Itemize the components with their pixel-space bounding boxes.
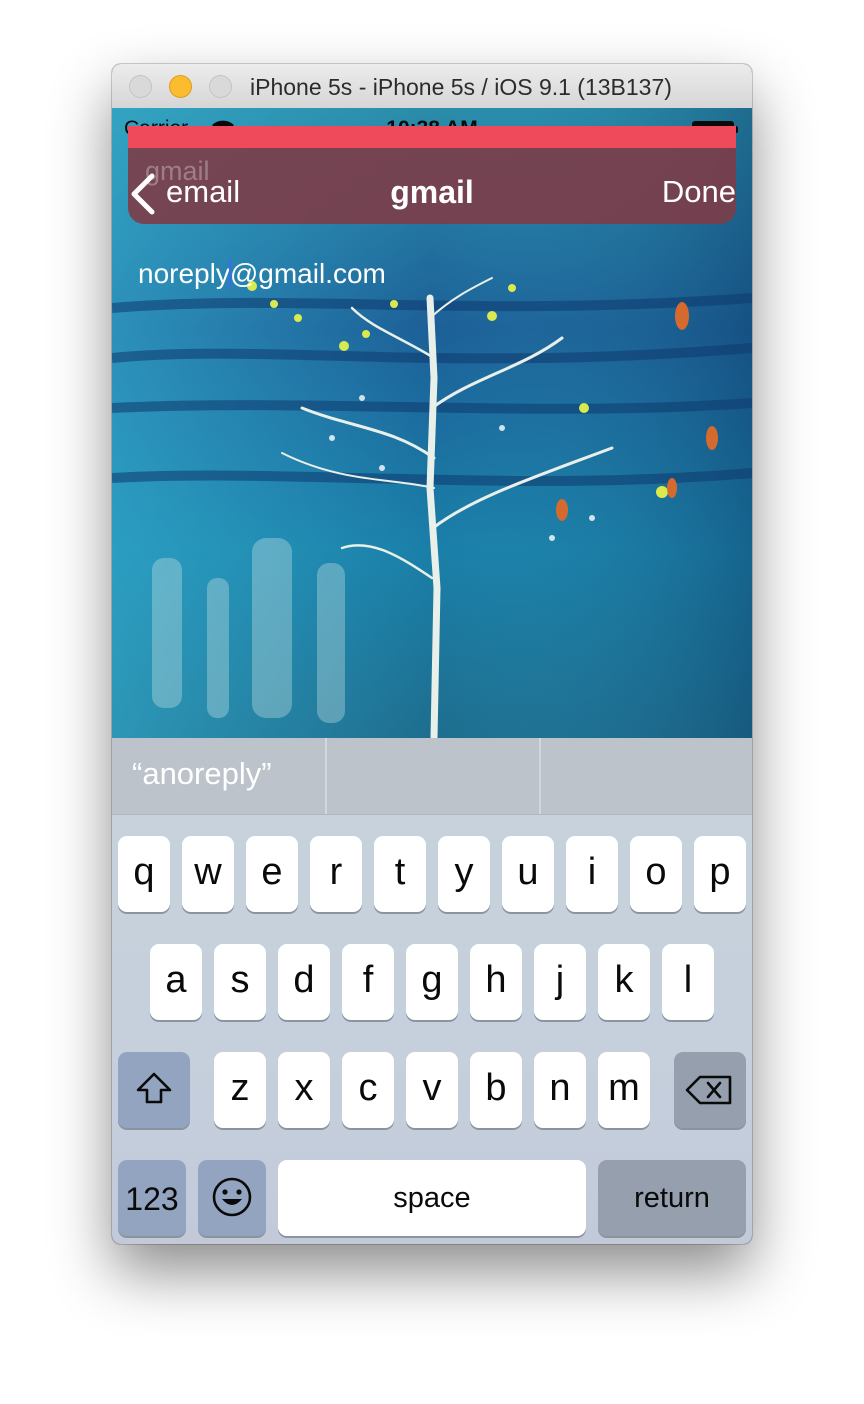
predictive-bar: “anoreply” [112,738,752,815]
key-u[interactable]: u [502,836,554,912]
zoom-window-button[interactable] [209,75,232,98]
key-q[interactable]: q [118,836,170,912]
key-t[interactable]: t [374,836,426,912]
close-window-button[interactable] [129,75,152,98]
window-titlebar: iPhone 5s - iPhone 5s / iOS 9.1 (13B137) [112,64,752,109]
key-r[interactable]: r [310,836,362,912]
key-k[interactable]: k [598,944,650,1020]
key-i[interactable]: i [566,836,618,912]
email-text-before-cursor: noreply [138,258,230,289]
key-a[interactable]: a [150,944,202,1020]
key-y[interactable]: y [438,836,490,912]
key-n[interactable]: n [534,1052,586,1128]
key-w[interactable]: w [182,836,234,912]
suggestion-3[interactable] [539,738,752,814]
key-f[interactable]: f [342,944,394,1020]
suggestion-2[interactable] [325,738,539,814]
numbers-key[interactable]: 123 [118,1160,186,1236]
delete-key[interactable] [674,1052,746,1128]
email-text-after-cursor: @gmail.com [229,258,386,289]
delete-icon [685,1075,732,1105]
key-p[interactable]: p [694,836,746,912]
space-key[interactable]: space [278,1160,586,1236]
return-key[interactable]: return [598,1160,746,1236]
navigation-title: gmail [390,174,474,210]
key-o[interactable]: o [630,836,682,912]
shift-key[interactable] [118,1052,190,1128]
key-v[interactable]: v [406,1052,458,1128]
key-l[interactable]: l [662,944,714,1020]
keyboard: “anoreply” q w e r t y u i o p a s d f g… [112,738,752,1244]
emoji-key[interactable] [198,1160,266,1236]
email-text-field[interactable]: noreply@gmail.com [138,258,386,290]
key-m[interactable]: m [598,1052,650,1128]
key-d[interactable]: d [278,944,330,1020]
key-s[interactable]: s [214,944,266,1020]
key-c[interactable]: c [342,1052,394,1128]
key-z[interactable]: z [214,1052,266,1128]
key-e[interactable]: e [246,836,298,912]
done-button[interactable]: Done [662,174,736,210]
key-x[interactable]: x [278,1052,330,1128]
suggestion-1[interactable]: “anoreply” [112,738,325,814]
key-g[interactable]: g [406,944,458,1020]
shift-icon [136,1072,172,1104]
emoji-icon [212,1177,252,1217]
key-b[interactable]: b [470,1052,522,1128]
minimize-window-button[interactable] [169,75,192,98]
key-j[interactable]: j [534,944,586,1020]
key-h[interactable]: h [470,944,522,1020]
iphone-screen: Carrier 10:38 AM gmail email gmail Done … [112,108,752,1244]
simulator-window: iPhone 5s - iPhone 5s / iOS 9.1 (13B137) [112,64,752,1244]
window-title: iPhone 5s - iPhone 5s / iOS 9.1 (13B137) [250,74,672,100]
